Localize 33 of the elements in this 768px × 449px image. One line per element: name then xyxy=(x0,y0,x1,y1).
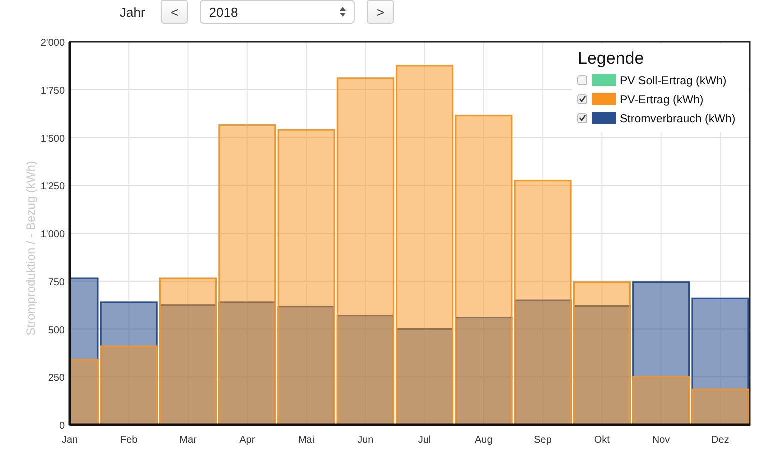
y-tick-label: 1'750 xyxy=(40,86,65,97)
y-tick-label: 1'250 xyxy=(40,182,65,193)
y-tick-label: 0 xyxy=(59,421,65,432)
x-tick-label: Feb xyxy=(120,435,138,446)
x-tick-label: Sep xyxy=(534,435,552,446)
x-tick-label: Jun xyxy=(358,435,374,446)
x-tick-label: Nov xyxy=(652,435,670,446)
x-tick-label: Jul xyxy=(418,435,432,446)
legend-label[interactable]: PV-Ertrag (kWh) xyxy=(620,94,704,106)
x-tick-label: Jan xyxy=(62,435,78,446)
x-tick-label: Mai xyxy=(298,435,315,446)
legend-checkbox[interactable] xyxy=(578,76,588,86)
legend-label[interactable]: Stromverbrauch (kWh) xyxy=(620,114,736,126)
y-tick-label: 250 xyxy=(48,373,65,384)
y-tick-label: 1'500 xyxy=(40,134,65,145)
x-tick-label: Aug xyxy=(475,435,493,446)
next-year-button[interactable]: > xyxy=(367,0,394,24)
y-tick-label: 750 xyxy=(48,277,65,288)
x-tick-label: Mar xyxy=(180,435,197,446)
y-tick-label: 1'000 xyxy=(40,230,65,240)
x-tick-label: Dez xyxy=(712,435,730,446)
x-tick-label: Apr xyxy=(240,435,256,446)
check-icon xyxy=(580,96,586,103)
year-select[interactable]: 2018 xyxy=(200,0,356,24)
y-tick-label: 500 xyxy=(48,325,65,336)
legend-label[interactable]: PV Soll-Ertrag (kWh) xyxy=(620,76,727,88)
updown-arrows-icon xyxy=(340,7,346,17)
year-label: Jahr xyxy=(120,4,146,20)
y-tick-label: 2'000 xyxy=(40,38,65,49)
legend-title: Legende xyxy=(578,49,644,68)
check-icon xyxy=(580,115,586,122)
x-tick-label: Okt xyxy=(594,435,610,446)
previous-year-button[interactable]: < xyxy=(161,0,188,24)
